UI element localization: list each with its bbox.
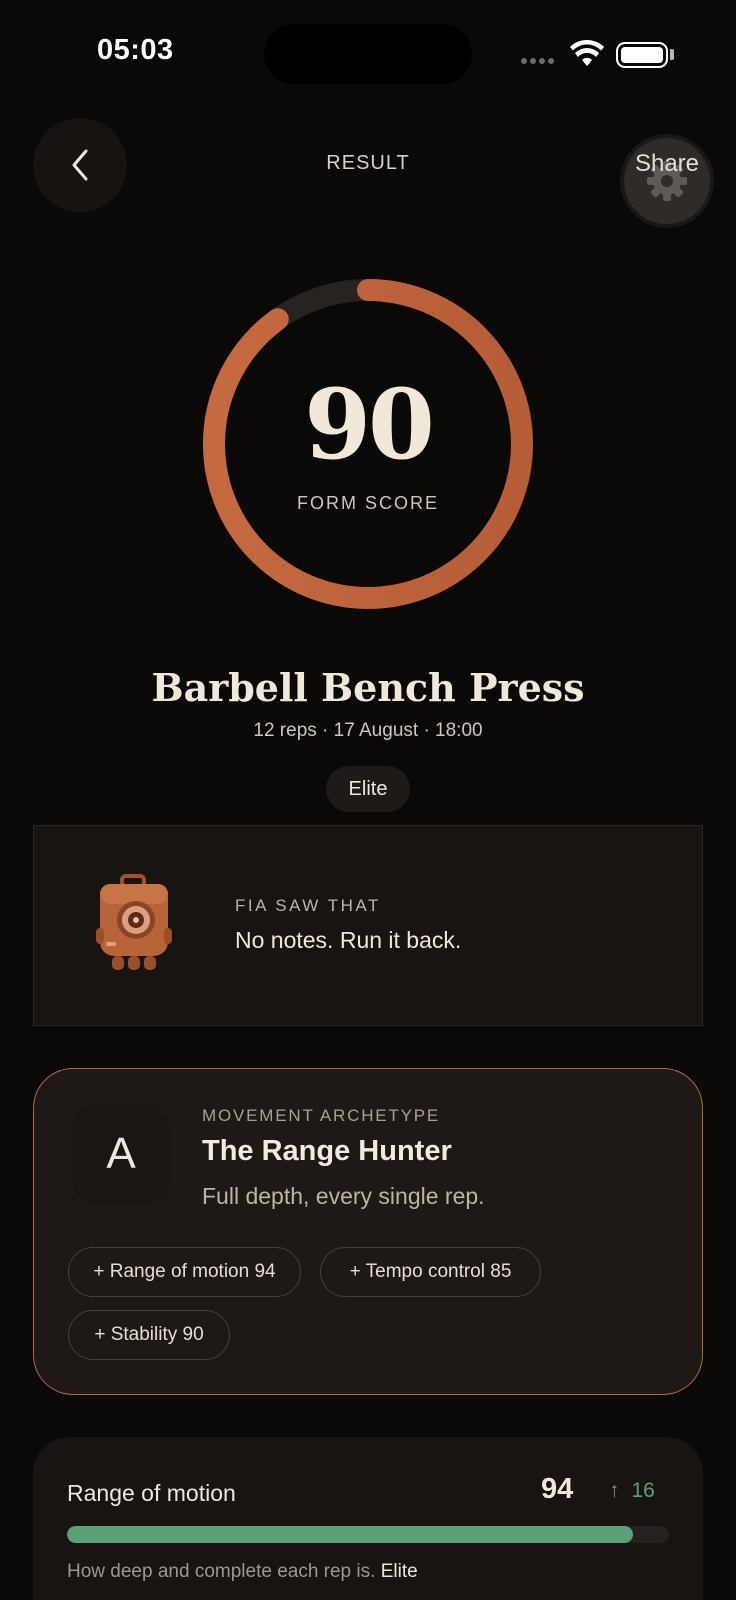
wifi-icon — [570, 40, 604, 66]
archetype-title: The Range Hunter — [202, 1135, 452, 1167]
exercise-meta: 12 reps · 17 August · 18:00 — [253, 720, 483, 741]
archetype-tag[interactable]: + Tempo control 85 — [320, 1247, 541, 1297]
exercise-title: Barbell Bench Press — [151, 665, 585, 710]
robot-mascot-icon — [96, 874, 172, 970]
level-badge: Elite — [326, 766, 410, 812]
metric-note: How deep and complete each rep is. Elite — [67, 1561, 418, 1583]
metric-note-text: How deep and complete each rep is. — [67, 1561, 376, 1582]
fia-feedback-card: FIA SAW THAT No notes. Run it back. — [33, 825, 703, 1026]
metric-note-level: Elite — [380, 1561, 418, 1582]
status-time: 05:03 — [97, 34, 174, 66]
archetype-tag[interactable]: + Range of motion 94 — [68, 1247, 301, 1297]
form-score-value: 90 — [304, 368, 435, 481]
metric-delta: ↑ 16 — [609, 1479, 655, 1503]
dynamic-island — [264, 24, 472, 84]
metric-card-range-of-motion[interactable]: Range of motion 94 ↑ 16 How deep and com… — [33, 1437, 703, 1600]
form-score-label: FORM SCORE — [296, 493, 439, 513]
fia-eyebrow: FIA SAW THAT — [235, 896, 381, 915]
metric-delta-value: 16 — [631, 1479, 655, 1502]
archetype-tag[interactable]: + Stability 90 — [68, 1310, 230, 1360]
movement-archetype-card[interactable]: A MOVEMENT ARCHETYPE The Range Hunter Fu… — [33, 1068, 703, 1395]
metric-value: 94 — [541, 1473, 574, 1505]
metric-progress-fill — [67, 1526, 633, 1543]
archetype-eyebrow: MOVEMENT ARCHETYPE — [202, 1106, 441, 1125]
result-screen: 05:03 RESULT Share 90 FORM SCORE Barbell… — [0, 0, 736, 1600]
archetype-description: Full depth, every single rep. — [202, 1183, 485, 1209]
battery-cap — [670, 49, 674, 60]
archetype-letter: A — [72, 1105, 170, 1203]
cellular-signal-icon — [521, 58, 554, 64]
metric-progress-bar — [67, 1526, 669, 1543]
metric-name: Range of motion — [67, 1480, 236, 1506]
battery-icon — [616, 42, 668, 68]
share-label[interactable]: Share — [612, 150, 722, 178]
fia-message: No notes. Run it back. — [235, 927, 462, 953]
arrow-up-icon: ↑ — [609, 1479, 620, 1502]
